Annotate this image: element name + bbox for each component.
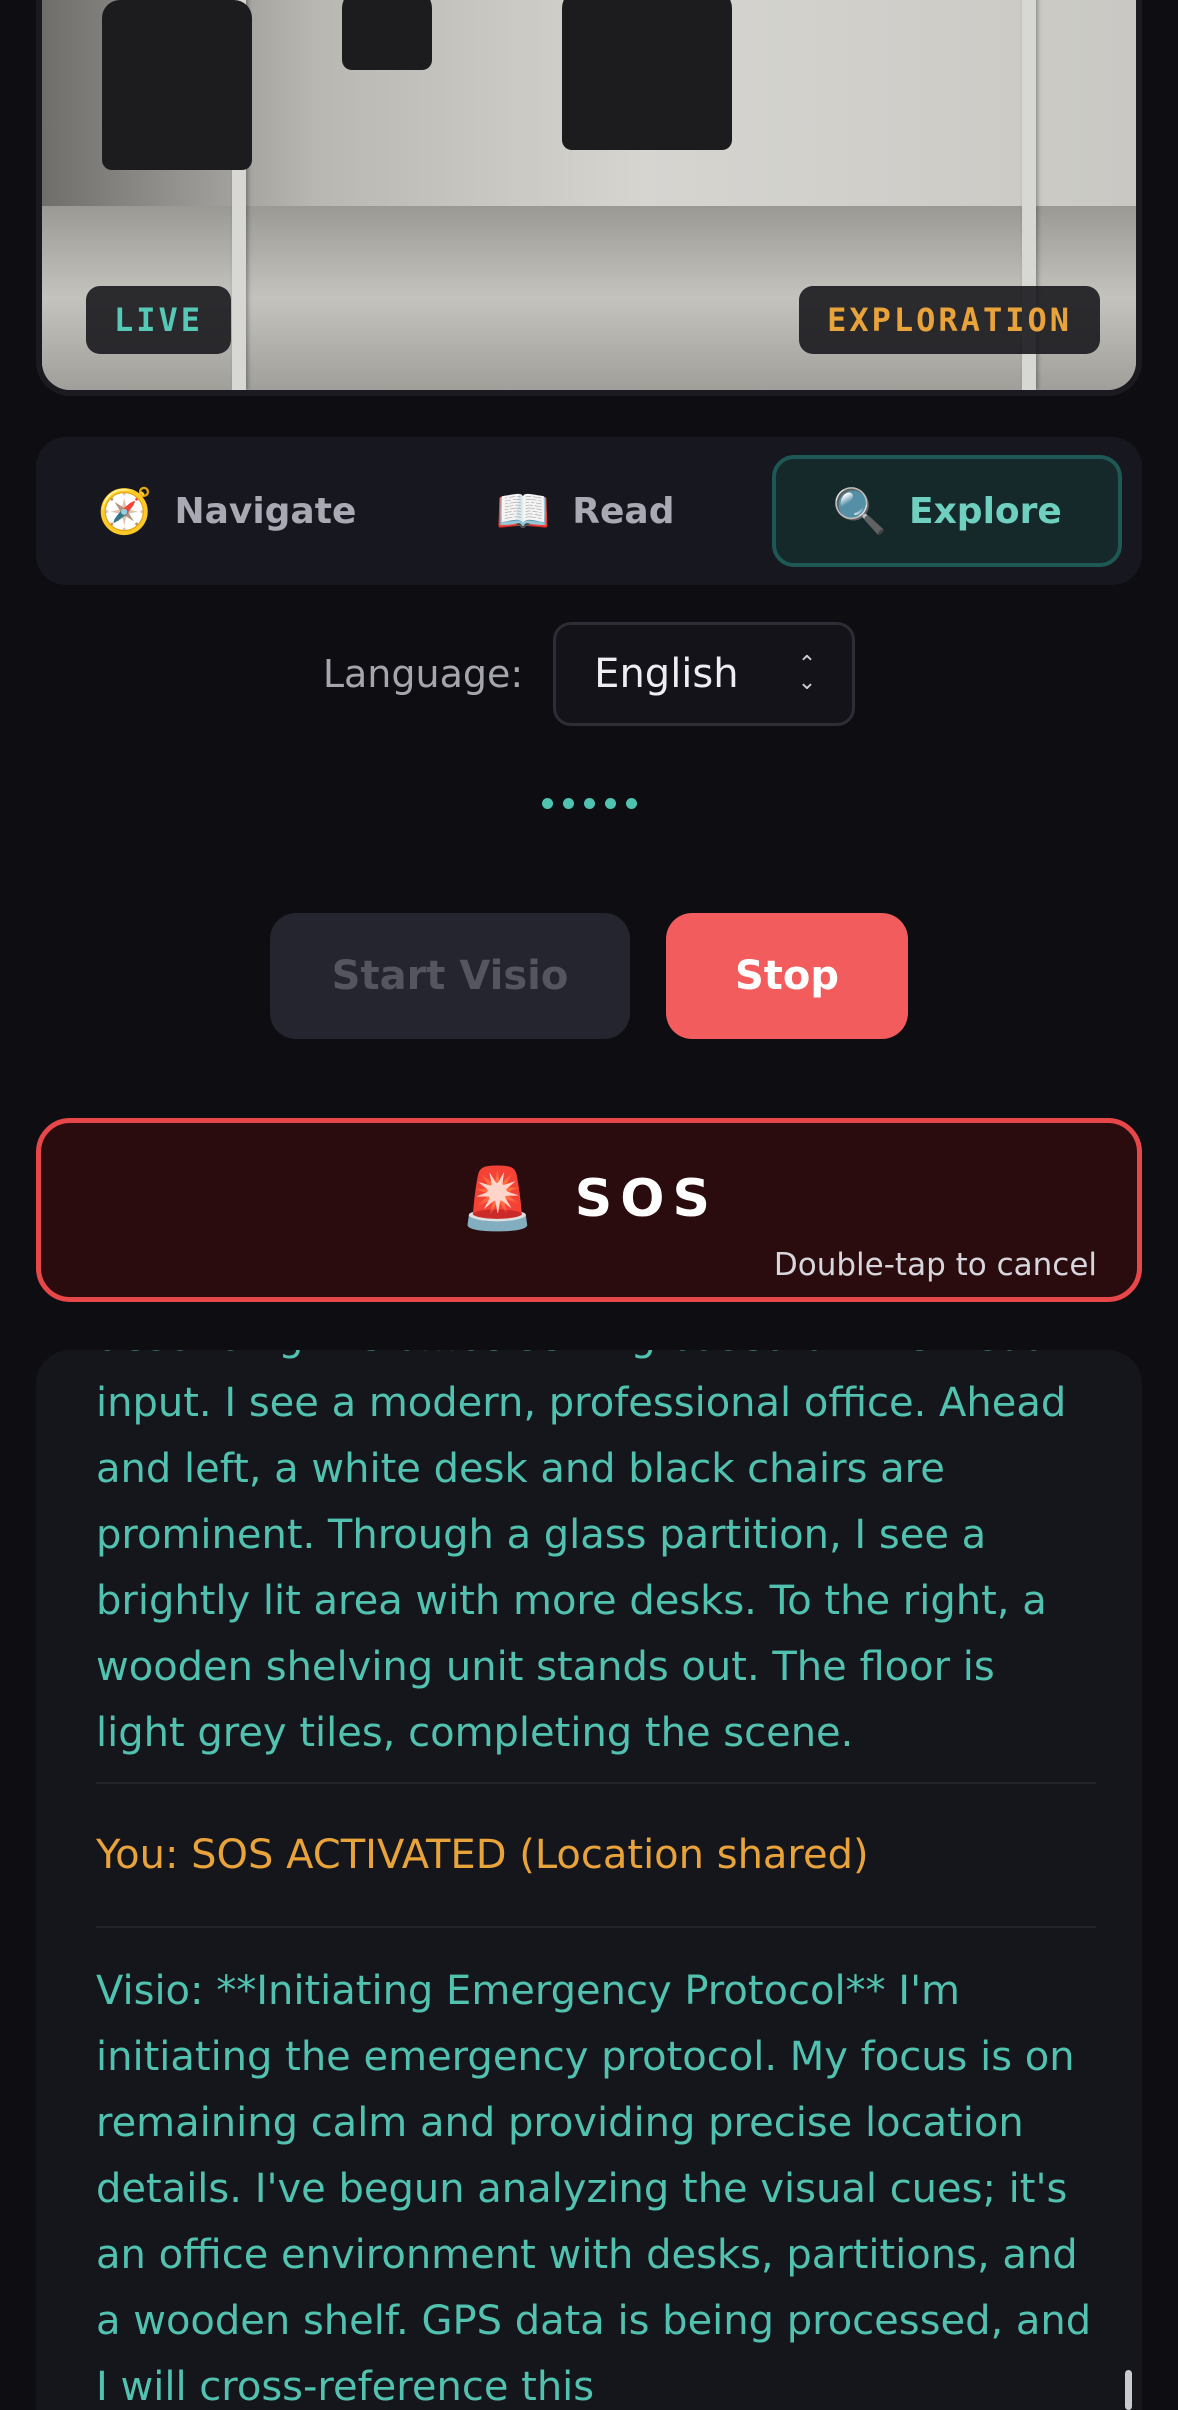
live-badge: LIVE xyxy=(86,286,232,354)
message-divider xyxy=(96,1926,1096,1928)
start-button[interactable]: Start Visio xyxy=(270,913,630,1039)
activity-indicator xyxy=(0,798,1178,809)
mode-read-label: Read xyxy=(572,490,675,532)
message-divider xyxy=(96,1782,1096,1784)
assistant-message: Visio: **Initiating Emergency Protocol**… xyxy=(96,1968,1092,2410)
language-row: Language: English ⌃ ⌄ xyxy=(0,622,1178,726)
sos-label: SOS xyxy=(574,1168,718,1229)
sos-button[interactable]: 🚨 SOS Double-tap to cancel xyxy=(36,1118,1142,1302)
chair xyxy=(562,0,732,150)
chair xyxy=(342,0,432,70)
conversation-scroll: describing the office setting based on t… xyxy=(96,1350,1096,2410)
mode-selector: 🧭 Navigate 📖 Read 🔍 Explore xyxy=(36,437,1142,585)
language-select[interactable]: English ⌃ ⌄ xyxy=(553,622,856,726)
scrollbar[interactable] xyxy=(1125,2370,1132,2410)
compass-icon: 🧭 xyxy=(97,486,153,537)
assistant-message: describing the office setting based on t… xyxy=(96,1350,1067,1756)
mode-read-button[interactable]: 📖 Read xyxy=(414,455,756,567)
user-message: You: SOS ACTIVATED (Location shared) xyxy=(96,1832,869,1878)
activity-dot xyxy=(541,798,553,809)
conversation-log[interactable]: describing the office setting based on t… xyxy=(36,1350,1142,2410)
stop-button[interactable]: Stop xyxy=(666,913,908,1039)
magnifier-icon: 🔍 xyxy=(832,486,887,537)
language-value: English xyxy=(594,651,739,697)
sos-content: 🚨 SOS xyxy=(41,1163,1137,1234)
chevron-updown-icon: ⌃ ⌄ xyxy=(797,652,817,695)
activity-dot xyxy=(625,798,637,809)
camera-preview: LIVE EXPLORATION xyxy=(36,0,1142,396)
mode-navigate-button[interactable]: 🧭 Navigate xyxy=(56,455,398,567)
language-label: Language: xyxy=(322,652,524,696)
siren-icon: 🚨 xyxy=(460,1164,535,1234)
mode-navigate-label: Navigate xyxy=(174,490,357,532)
sos-cancel-hint: Double-tap to cancel xyxy=(773,1247,1097,1283)
mode-explore-label: Explore xyxy=(908,490,1062,532)
session-controls: Start Visio Stop xyxy=(0,913,1178,1039)
mode-badge: EXPLORATION xyxy=(799,286,1100,354)
activity-dot xyxy=(562,798,574,809)
book-icon: 📖 xyxy=(495,486,551,537)
mode-explore-button[interactable]: 🔍 Explore xyxy=(772,455,1122,567)
chair xyxy=(102,0,252,170)
activity-dot xyxy=(583,798,595,809)
activity-dot xyxy=(604,798,616,809)
